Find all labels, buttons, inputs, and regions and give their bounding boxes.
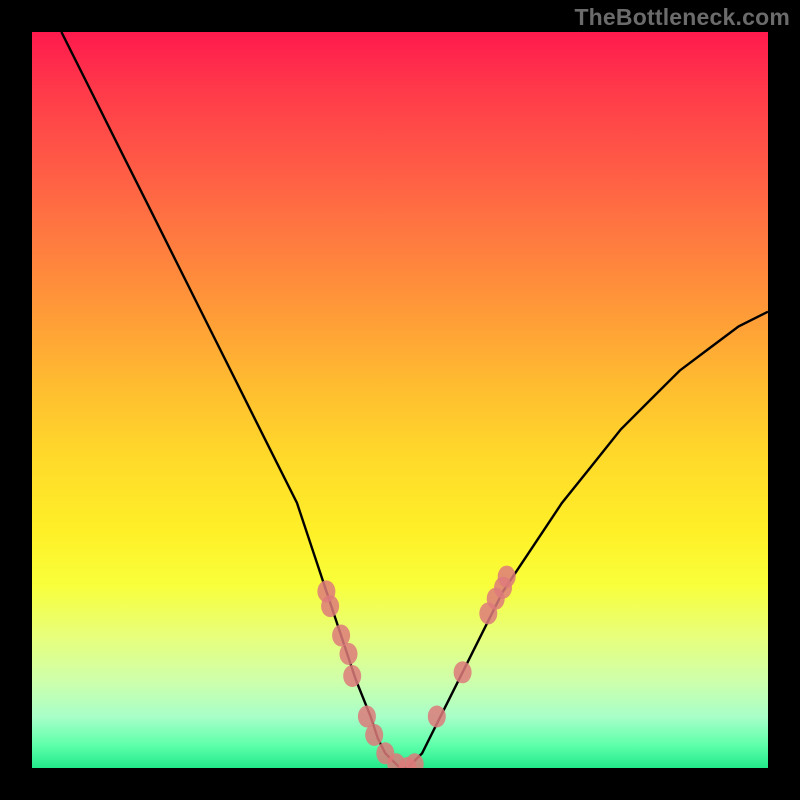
watermark-text: TheBottleneck.com	[574, 4, 790, 31]
data-point	[365, 724, 383, 746]
data-point	[428, 706, 446, 728]
scatter-left	[317, 580, 423, 768]
curve-line	[61, 32, 768, 768]
plot-area	[32, 32, 768, 768]
data-point	[454, 661, 472, 683]
data-point	[321, 595, 339, 617]
curve-path	[61, 32, 768, 768]
scatter-right	[428, 566, 516, 728]
data-point	[340, 643, 358, 665]
data-point	[343, 665, 361, 687]
chart-svg	[32, 32, 768, 768]
data-point	[498, 566, 516, 588]
chart-frame: TheBottleneck.com	[0, 0, 800, 800]
